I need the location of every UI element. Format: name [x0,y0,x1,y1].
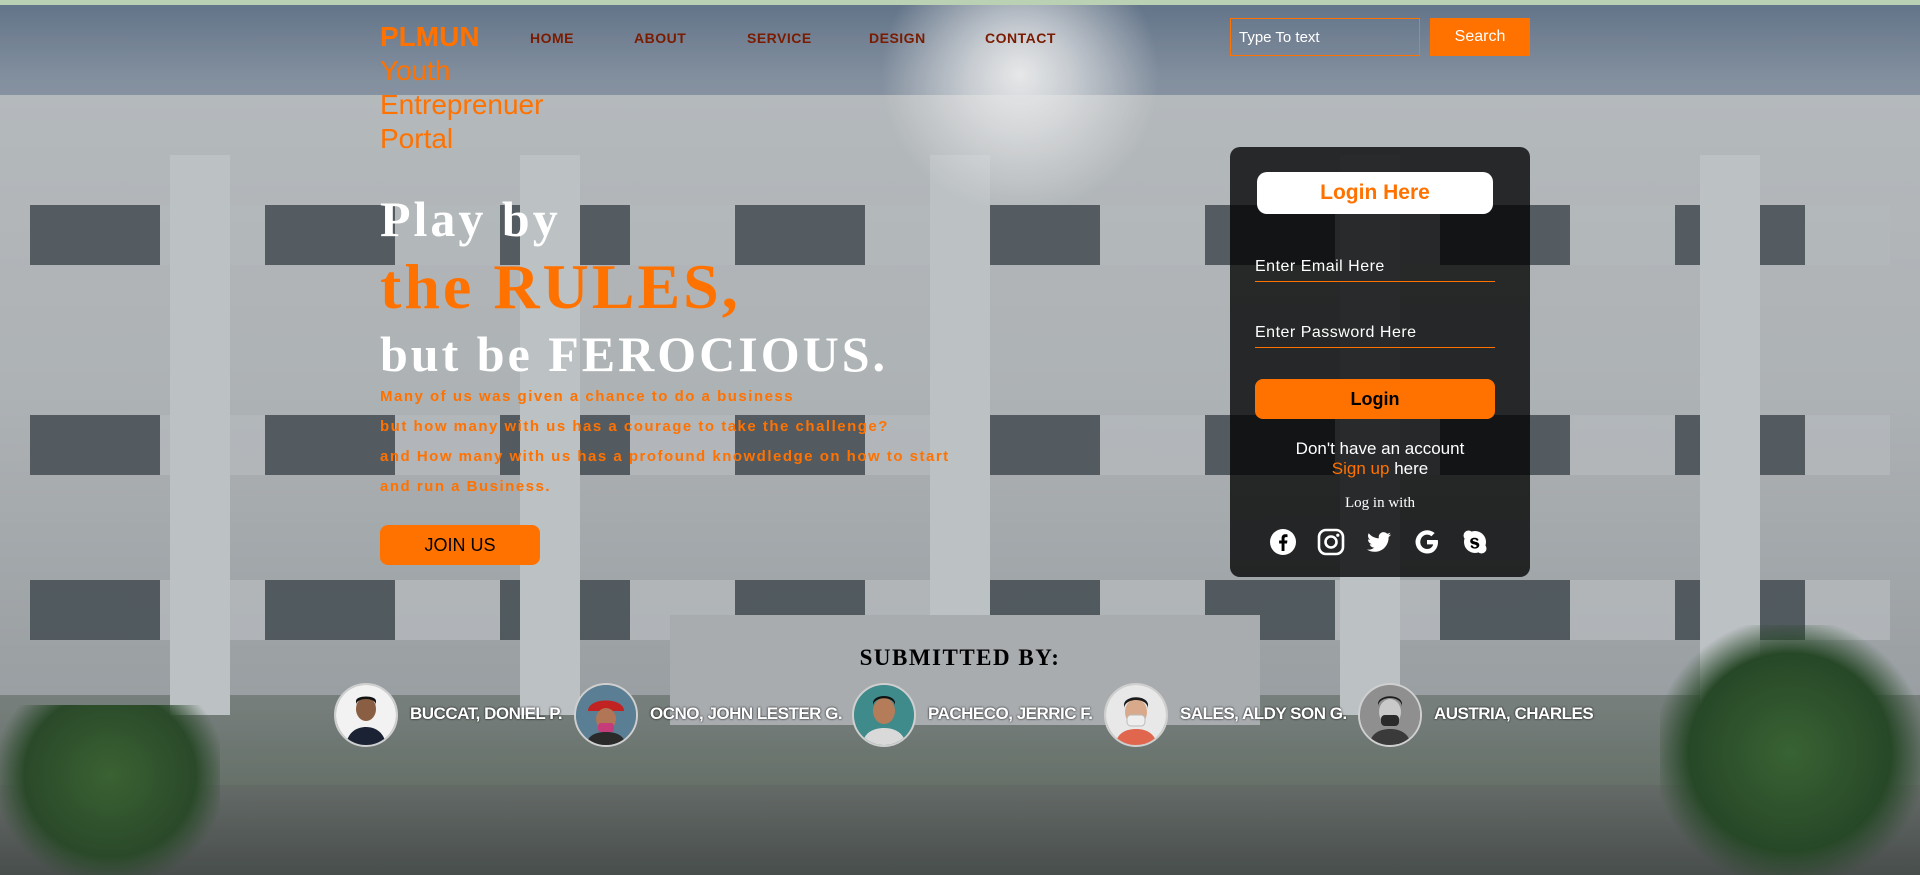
search-input[interactable] [1230,18,1420,56]
brand-word: Entreprenuer [380,89,544,120]
member-name: SALES, ALDY SON G. [1180,704,1347,723]
submitted-by-heading: SUBMITTED BY: [859,645,1061,670]
login-panel: Login Here Login Don't have an account S… [1230,147,1530,577]
password-field[interactable] [1255,319,1495,348]
avatar [574,683,638,747]
join-us-button[interactable]: JOIN US [380,525,540,565]
brand-word: Youth [380,55,451,86]
email-field[interactable] [1255,253,1495,282]
hero-line-1: Play by [380,191,561,247]
nav-contact[interactable]: CONTACT [985,30,1056,46]
facebook-icon[interactable] [1268,527,1298,557]
avatar [1358,683,1422,747]
member-name: PACHECO, JERRIC F. [928,704,1093,723]
instagram-icon[interactable] [1316,527,1346,557]
nav-service[interactable]: SERVICE [747,30,812,46]
signup-line: Sign up here [1230,459,1530,479]
paragraph-line: and run a Business. [380,478,552,495]
social-login-icons [1268,527,1498,557]
member-name: BUCCAT, DONIEL P. [410,704,563,723]
signup-prompt: Don't have an account Sign up here [1230,439,1530,479]
member-name: AUSTRIA, CHARLES [1434,704,1594,723]
paragraph-line: Many of us was given a chance to do a bu… [380,388,795,405]
hero-line-3: but be FEROCIOUS. [380,326,889,382]
hero-line-2: the RULES, [380,251,741,322]
no-account-text: Don't have an account [1295,439,1465,458]
skype-icon[interactable] [1460,527,1490,557]
login-with-label: Log in with [1345,495,1415,511]
signup-suffix: here [1394,459,1429,478]
google-icon[interactable] [1412,527,1442,557]
paragraph-line: but how many with us has a courage to ta… [380,418,889,435]
search-button[interactable]: Search [1430,18,1530,56]
paragraph-line: and How many with us has a profound know… [380,448,950,465]
avatar [852,683,916,747]
nav-home[interactable]: HOME [530,30,574,46]
login-title: Login Here [1257,172,1493,214]
avatar [1104,683,1168,747]
twitter-icon[interactable] [1364,527,1394,557]
nav-about[interactable]: ABOUT [634,30,686,46]
hero-paragraph: Many of us was given a chance to do a bu… [380,382,980,502]
login-button[interactable]: Login [1255,379,1495,419]
signup-link[interactable]: Sign up [1332,459,1390,478]
nav-design[interactable]: DESIGN [869,30,926,46]
member-name: OCNO, JOHN LESTER G. [650,704,843,723]
avatar [334,683,398,747]
brand-word: Portal [380,123,454,154]
